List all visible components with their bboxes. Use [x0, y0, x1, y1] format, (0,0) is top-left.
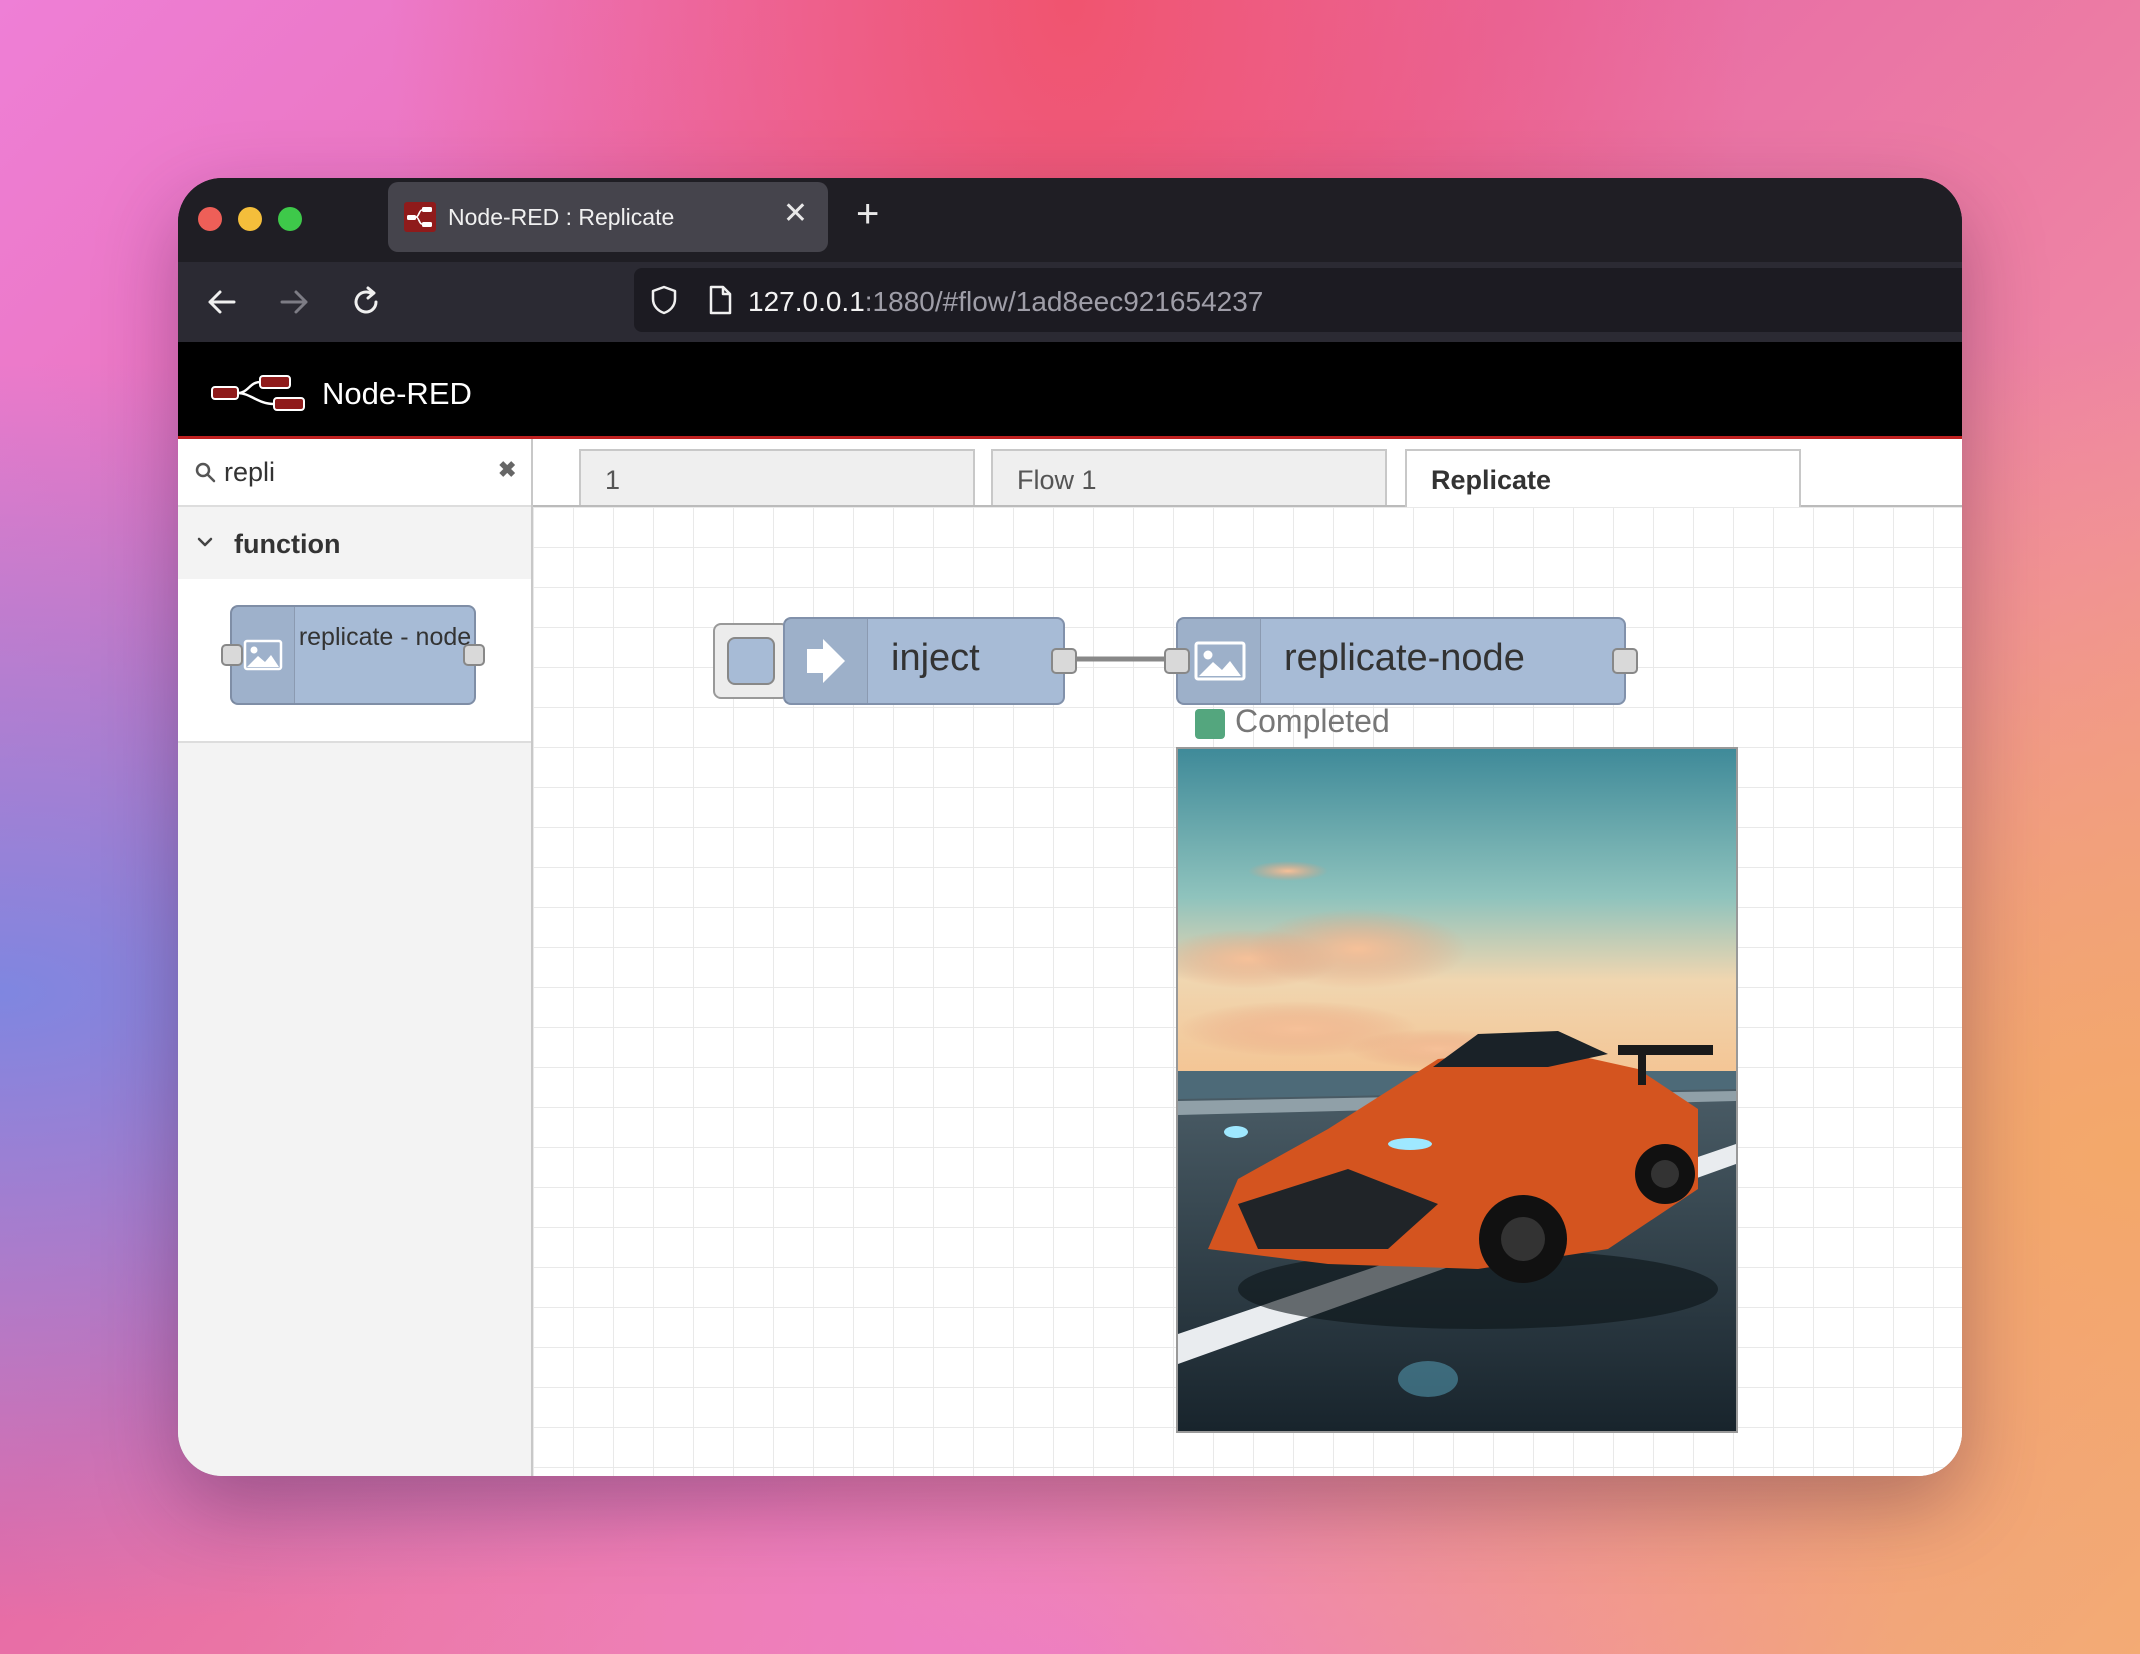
app-header: Node-RED [178, 342, 1962, 439]
palette-replicate-node[interactable]: replicate - node [221, 605, 485, 705]
navigation-bar: 127.0.0.1:1880/#flow/1ad8eec921654237 [178, 262, 1962, 342]
tab-label: Replicate [1431, 465, 1552, 495]
status-text: Completed [1235, 703, 1390, 739]
inject-trigger-icon [727, 637, 775, 685]
reload-icon[interactable] [344, 280, 388, 324]
shield-icon[interactable] [648, 284, 680, 316]
url-host: 127.0.0.1 [748, 286, 865, 317]
palette-search[interactable]: repli ✖ [178, 439, 531, 507]
chevron-down-icon[interactable] [194, 531, 216, 553]
minimize-window-button[interactable] [238, 207, 262, 231]
url-path: :1880/#flow/1ad8eec921654237 [864, 286, 1264, 317]
back-arrow-icon[interactable] [200, 280, 244, 324]
node-red-app: Node-RED repli ✖ function replicate - no… [178, 342, 1962, 1476]
address-bar[interactable]: 127.0.0.1:1880/#flow/1ad8eec921654237 [634, 268, 1962, 332]
palette-node-input-port [221, 644, 243, 666]
image-icon [1178, 619, 1261, 703]
inject-trigger-button[interactable] [713, 623, 789, 699]
category-label: function [234, 529, 341, 559]
maximize-window-button[interactable] [278, 207, 302, 231]
tab-replicate[interactable]: Replicate [1405, 449, 1801, 509]
flow-canvas[interactable]: inject replicate-node Completed [533, 507, 1962, 1476]
tab-flow-1[interactable]: Flow 1 [991, 449, 1387, 505]
replicate-node-label: replicate-node [1284, 637, 1525, 679]
generated-car-image [1176, 747, 1738, 1433]
palette-node-label: replicate - node [298, 623, 472, 651]
browser-window: Node-RED : Replicate ✕ + 127.0.0.1:1880/… [178, 178, 1962, 1476]
node-red-logo-icon [210, 374, 306, 414]
tab-title: Node-RED : Replicate [448, 204, 675, 230]
workspace-tabs: 1 Flow 1 Replicate [533, 439, 1962, 509]
inject-node[interactable]: inject [783, 617, 1077, 705]
tab-1[interactable]: 1 [579, 449, 975, 505]
replicate-node[interactable]: replicate-node [1164, 617, 1638, 705]
clear-search-icon[interactable]: ✖ [498, 457, 516, 483]
palette-node-output-port [463, 644, 485, 666]
url-text: 127.0.0.1:1880/#flow/1ad8eec921654237 [748, 286, 1263, 318]
page-icon [706, 284, 734, 316]
inject-arrow-icon [785, 619, 868, 703]
search-icon [194, 461, 216, 483]
new-tab-button[interactable]: + [856, 194, 879, 234]
tab-label: Flow 1 [1017, 465, 1097, 495]
browser-tab[interactable]: Node-RED : Replicate ✕ [388, 182, 828, 252]
node-red-favicon-icon [404, 202, 436, 232]
palette-category-header[interactable]: function [178, 507, 531, 579]
tab-close-icon[interactable]: ✕ [783, 198, 808, 230]
app-brand-title: Node-RED [322, 376, 472, 411]
palette-category-body: replicate - node [178, 579, 531, 743]
palette-search-input[interactable]: repli [224, 457, 275, 488]
inject-node-label: inject [891, 637, 980, 679]
replicate-output-port[interactable] [1612, 648, 1638, 674]
status-indicator [1195, 709, 1225, 739]
title-bar: Node-RED : Replicate ✕ + [178, 178, 1962, 262]
close-window-button[interactable] [198, 207, 222, 231]
replicate-input-port[interactable] [1164, 648, 1190, 674]
forward-arrow-icon[interactable] [272, 280, 316, 324]
node-palette: repli ✖ function replicate - node [178, 439, 533, 1476]
inject-output-port[interactable] [1051, 648, 1077, 674]
tab-label: 1 [605, 465, 621, 495]
workspace: 1 Flow 1 Replicate inject replicate-node… [533, 439, 1962, 1476]
